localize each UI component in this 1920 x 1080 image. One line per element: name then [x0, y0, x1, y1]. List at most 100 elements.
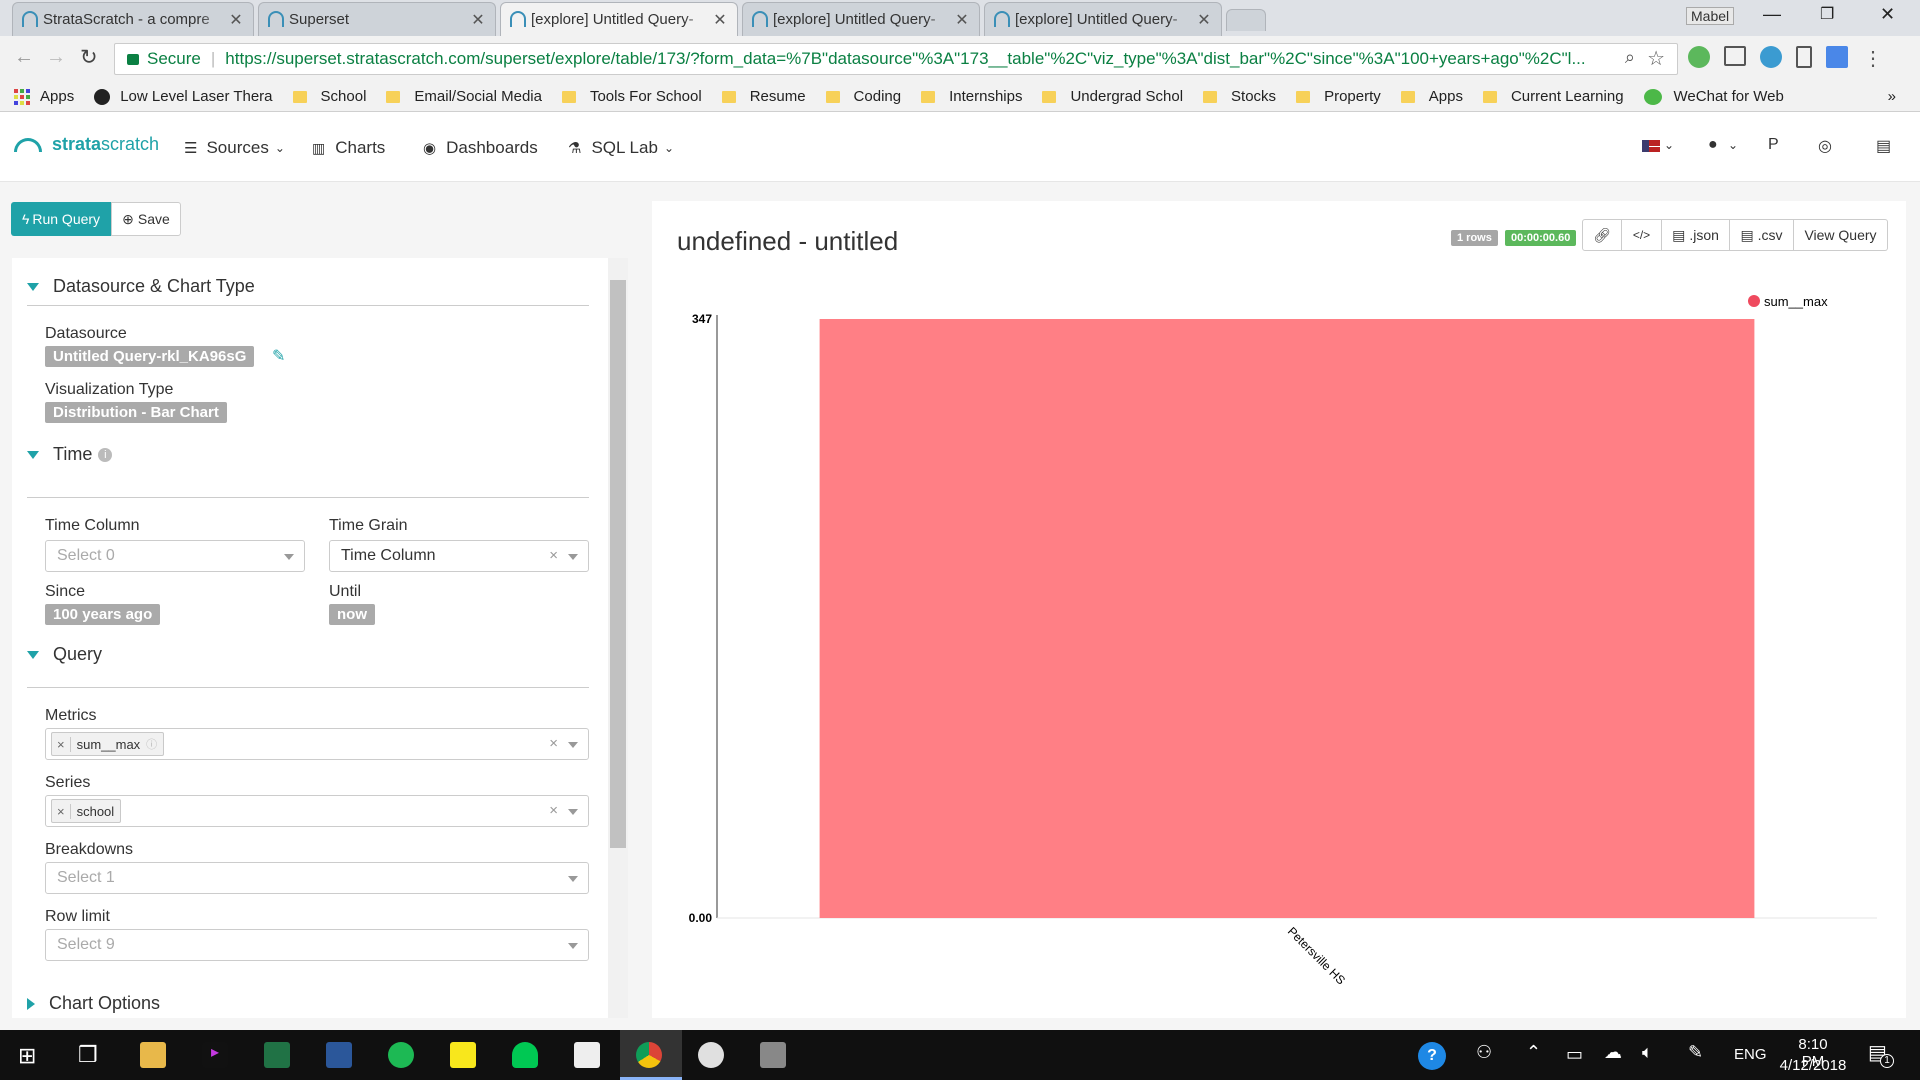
bookmark-folder[interactable]: Property: [1296, 88, 1381, 105]
file-explorer-icon[interactable]: [140, 1042, 166, 1068]
tray-chevron-icon[interactable]: ⌃: [1526, 1042, 1541, 1063]
photos-icon[interactable]: [760, 1042, 786, 1068]
json-button[interactable]: ▤ .json: [1662, 219, 1730, 251]
onenote-icon[interactable]: ▸: [202, 1042, 228, 1068]
link-button[interactable]: 🔗︎: [1582, 219, 1622, 251]
chrome-icon[interactable]: [636, 1042, 662, 1068]
breakdowns-select[interactable]: Select 1: [45, 862, 589, 894]
volume-icon[interactable]: 🔈︎: [1642, 1042, 1653, 1063]
calculator-icon[interactable]: [574, 1042, 600, 1068]
bookmark-folder[interactable]: Undergrad Schol: [1042, 88, 1183, 105]
embed-button[interactable]: </>: [1622, 219, 1662, 251]
extension-translate-icon[interactable]: [1826, 46, 1848, 68]
nav-sql-lab[interactable]: ⚗ SQL Lab ⌄: [568, 138, 674, 158]
info-icon[interactable]: i: [98, 447, 113, 462]
chevron-down-icon[interactable]: ⌄: [1664, 138, 1674, 152]
bookmark-apps[interactable]: Apps: [14, 88, 74, 105]
browser-tab-active[interactable]: [explore] Untitled Query- ✕: [500, 2, 738, 36]
url-text[interactable]: https://superset.stratascratch.com/super…: [225, 49, 1615, 69]
bookmark-folder[interactable]: Current Learning: [1482, 88, 1624, 105]
section-chart-options-header[interactable]: Chart Options: [27, 993, 160, 1014]
itunes-icon[interactable]: [698, 1042, 724, 1068]
forward-icon[interactable]: →: [46, 46, 66, 69]
bookmark-laser[interactable]: Low Level Laser Thera: [94, 88, 273, 105]
nav-dashboards[interactable]: ◉ Dashboards: [423, 138, 538, 158]
bookmark-folder[interactable]: Email/Social Media: [386, 88, 542, 105]
save-button[interactable]: ⊕ Save: [111, 202, 181, 236]
back-icon[interactable]: ←: [14, 46, 34, 69]
clear-icon[interactable]: ×: [549, 735, 558, 752]
sticky-notes-icon[interactable]: [450, 1042, 476, 1068]
browser-tab[interactable]: [explore] Untitled Query- ✕: [984, 2, 1222, 36]
close-icon[interactable]: ✕: [469, 10, 487, 30]
clear-icon[interactable]: ×: [549, 547, 558, 564]
browser-tab[interactable]: Superset ✕: [258, 2, 496, 36]
bookmark-folder[interactable]: Apps: [1400, 88, 1463, 105]
time-column-select[interactable]: Select 0: [45, 540, 305, 572]
remove-tag-icon[interactable]: ×: [52, 803, 71, 819]
onedrive-icon[interactable]: ☁: [1604, 1042, 1622, 1063]
bookmark-folder[interactable]: Internships: [921, 88, 1022, 105]
since-value[interactable]: 100 years ago: [45, 604, 161, 625]
battery-icon[interactable]: ▭: [1566, 1044, 1583, 1065]
flask-p-icon[interactable]: P: [1768, 136, 1779, 154]
datasource-value[interactable]: Untitled Query-rkl_KA96sG: [45, 346, 255, 367]
csv-button[interactable]: ▤ .csv: [1730, 219, 1794, 251]
user-icon[interactable]: ●: [1708, 136, 1718, 154]
bookmark-wechat[interactable]: WeChat for Web: [1643, 88, 1784, 105]
nav-sources[interactable]: ☰ Sources ⌄: [184, 138, 285, 158]
view-query-button[interactable]: View Query: [1794, 219, 1888, 251]
remove-tag-icon[interactable]: ×: [52, 736, 71, 752]
minimize-icon[interactable]: —: [1763, 4, 1781, 25]
metrics-select[interactable]: × sum__max ⓘ ×: [45, 728, 589, 760]
clock-date[interactable]: 4/12/2018: [1776, 1057, 1850, 1074]
headset-icon[interactable]: [512, 1042, 538, 1068]
extension-cast-icon[interactable]: [1724, 46, 1746, 66]
book-icon[interactable]: ▤: [1876, 136, 1891, 156]
close-icon[interactable]: ✕: [711, 10, 729, 30]
scrollbar-thumb[interactable]: [610, 280, 626, 848]
edit-icon[interactable]: ✎: [272, 346, 285, 366]
url-bar[interactable]: Secure | https://superset.stratascratch.…: [114, 43, 1678, 75]
browser-tab[interactable]: StrataScratch - a compre ✕: [12, 2, 254, 36]
people-icon[interactable]: ⚇: [1476, 1042, 1492, 1063]
bookmark-folder[interactable]: Tools For School: [561, 88, 702, 105]
bookmark-folder[interactable]: Resume: [721, 88, 806, 105]
task-view-icon[interactable]: ❒: [78, 1042, 98, 1068]
browser-tab[interactable]: [explore] Untitled Query- ✕: [742, 2, 980, 36]
window-close-icon[interactable]: ✕: [1880, 4, 1895, 25]
bookmark-folder[interactable]: Coding: [825, 88, 901, 105]
reload-icon[interactable]: ↻: [80, 45, 98, 70]
spotify-icon[interactable]: [388, 1042, 414, 1068]
excel-icon[interactable]: [264, 1042, 290, 1068]
brand-logo[interactable]: strata scratch: [14, 134, 159, 155]
us-flag-icon[interactable]: [1642, 140, 1660, 152]
profile-name[interactable]: Mabel: [1686, 7, 1735, 25]
word-icon[interactable]: [326, 1042, 352, 1068]
bookmarks-overflow-icon[interactable]: »: [1888, 88, 1896, 105]
until-value[interactable]: now: [329, 604, 375, 625]
bookmark-folder[interactable]: Stocks: [1203, 88, 1276, 105]
language-indicator[interactable]: ENG: [1734, 1046, 1767, 1063]
controls-scrollbar[interactable]: [608, 258, 628, 1018]
extension-shield-icon[interactable]: [1688, 46, 1710, 68]
bookmark-folder[interactable]: School: [292, 88, 366, 105]
close-icon[interactable]: ✕: [227, 10, 245, 30]
restore-icon[interactable]: ❐: [1820, 4, 1834, 24]
nav-charts[interactable]: ▥ Charts: [312, 138, 385, 158]
run-query-button[interactable]: ϟ Run Query: [11, 202, 111, 236]
bookmark-star-icon[interactable]: ☆: [1647, 46, 1665, 71]
new-tab-button[interactable]: [1226, 9, 1266, 31]
row-limit-select[interactable]: Select 9: [45, 929, 589, 961]
close-icon[interactable]: ✕: [1195, 10, 1213, 30]
help-icon[interactable]: ?: [1418, 1042, 1446, 1070]
close-icon[interactable]: ✕: [953, 10, 971, 30]
section-datasource-header[interactable]: Datasource & Chart Type: [27, 276, 255, 297]
pen-icon[interactable]: ✎: [1688, 1042, 1703, 1063]
viz-type-value[interactable]: Distribution - Bar Chart: [45, 402, 227, 423]
extension-m-icon[interactable]: [1760, 46, 1782, 68]
zoom-icon[interactable]: ⌕: [1625, 47, 1635, 68]
extension-doc-icon[interactable]: [1796, 46, 1812, 68]
clear-icon[interactable]: ×: [549, 802, 558, 819]
chevron-down-icon[interactable]: ⌄: [1728, 138, 1738, 152]
